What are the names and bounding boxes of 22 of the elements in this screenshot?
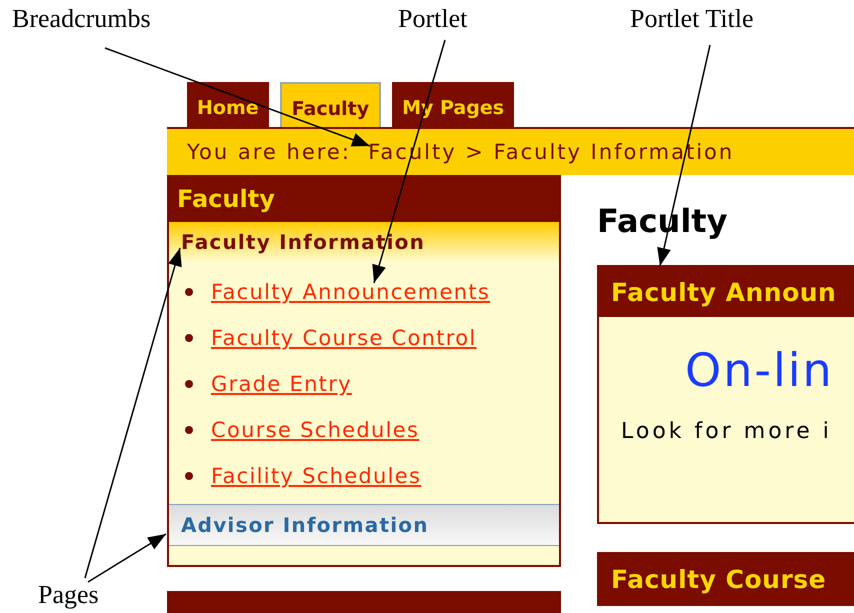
page-link[interactable]: Course Schedules	[211, 418, 420, 442]
portlet-title: Faculty Announ	[599, 267, 854, 317]
announcement-text: Look for more i	[621, 419, 832, 444]
bullet-icon	[185, 380, 193, 388]
page-link[interactable]: Faculty Announcements	[211, 280, 490, 304]
bullet-icon	[185, 472, 193, 480]
annotation-label: Portlet	[398, 3, 468, 35]
tab[interactable]: Home	[187, 82, 269, 127]
bullet-icon	[185, 334, 193, 342]
portlet-title: Faculty Course	[599, 554, 854, 604]
annotation-label: Pages	[38, 579, 99, 611]
page-link[interactable]: Grade Entry	[211, 372, 352, 396]
bullet-icon	[185, 426, 193, 434]
page-section-header[interactable]: Advisor Information	[169, 504, 559, 546]
sidebar-title: Faculty	[167, 175, 561, 222]
annotation-label: Breadcrumbs	[12, 3, 151, 35]
announcement-headline: On-lin	[685, 343, 834, 397]
annotation-label: Portlet Title	[630, 3, 754, 35]
page-link[interactable]: Facility Schedules	[211, 464, 422, 488]
tab[interactable]: Faculty	[280, 82, 382, 127]
bullet-icon	[185, 288, 193, 296]
page-link[interactable]: Faculty Course Control	[211, 326, 477, 350]
